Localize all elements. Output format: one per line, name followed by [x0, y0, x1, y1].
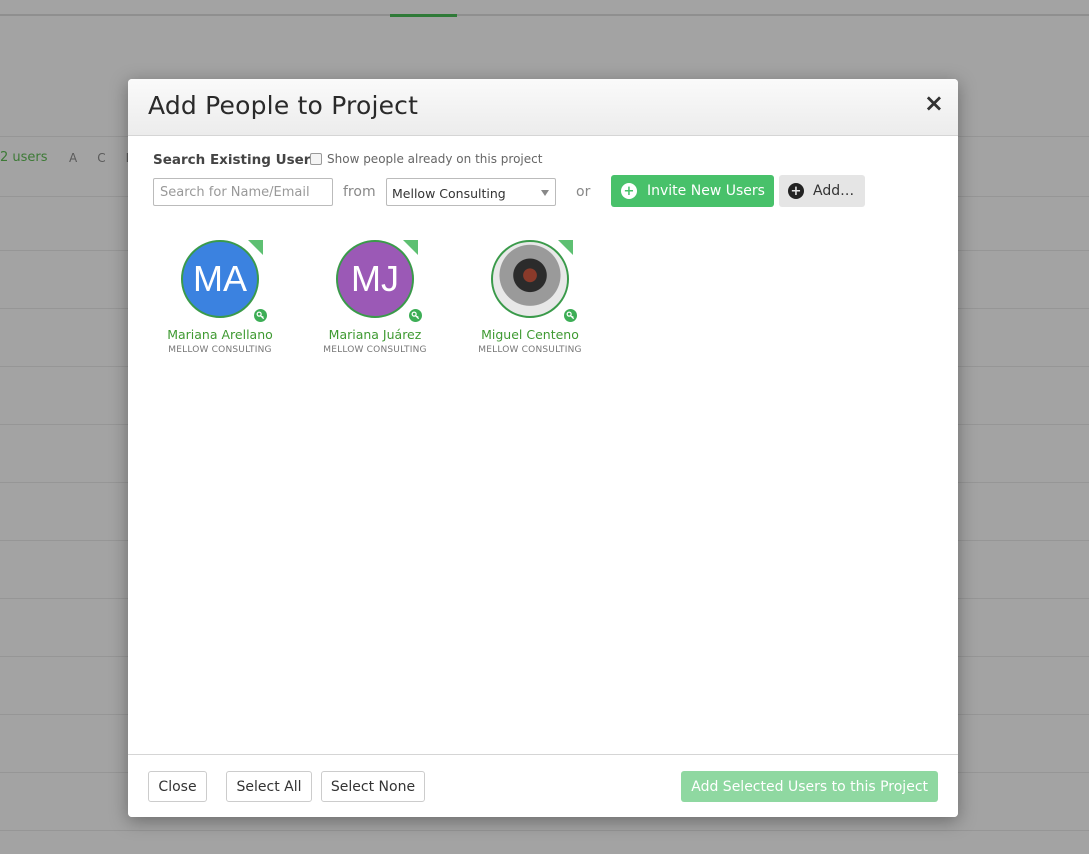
invite-new-users-label: Invite New Users — [647, 183, 765, 199]
add-button-label: Add… — [813, 183, 855, 199]
background-top-rule — [0, 14, 1089, 16]
user-name: Miguel Centeno — [481, 327, 579, 342]
user-name: Mariana Juárez — [328, 327, 422, 342]
user-card[interactable]: MA Mariana Arellano MELLOW CONSULTING — [155, 240, 285, 355]
search-input[interactable] — [153, 178, 333, 206]
background-letter: A — [69, 151, 78, 165]
company-select-value: Mellow Consulting — [392, 186, 506, 201]
key-icon — [562, 307, 579, 324]
show-existing-label: Show people already on this project — [327, 152, 543, 166]
modal-title: Add People to Project — [148, 91, 419, 120]
selection-corner-icon — [403, 240, 418, 255]
background-letter-filter: A C D — [69, 151, 135, 165]
select-none-button[interactable]: Select None — [321, 771, 425, 802]
add-selected-users-button[interactable]: Add Selected Users to this Project — [681, 771, 938, 802]
avatar-photo — [491, 240, 579, 324]
add-button[interactable]: + Add… — [779, 175, 865, 207]
background-letter: C — [97, 151, 106, 165]
key-icon — [407, 307, 424, 324]
from-label: from — [343, 184, 376, 200]
user-name: Mariana Arellano — [167, 327, 273, 342]
add-people-modal: Add People to Project × Search Existing … — [128, 79, 958, 817]
avatar: MA — [181, 240, 269, 324]
plus-circle-icon: + — [621, 183, 637, 199]
select-all-button[interactable]: Select All — [226, 771, 312, 802]
avatar: MJ — [336, 240, 424, 324]
user-org: MELLOW CONSULTING — [168, 345, 272, 355]
or-label: or — [576, 184, 591, 200]
modal-header: Add People to Project × — [128, 79, 958, 136]
user-org: MELLOW CONSULTING — [478, 345, 582, 355]
avatar-initials: MJ — [351, 258, 399, 299]
user-card[interactable]: MJ Mariana Juárez MELLOW CONSULTING — [310, 240, 440, 355]
plus-circle-icon: + — [788, 183, 804, 199]
invite-new-users-button[interactable]: + Invite New Users — [611, 175, 774, 207]
company-select[interactable]: Mellow Consulting — [386, 178, 556, 206]
background-row-divider — [0, 830, 1089, 831]
selection-corner-icon — [248, 240, 263, 255]
show-existing-checkbox-row[interactable]: Show people already on this project — [310, 152, 542, 166]
user-card[interactable]: Miguel Centeno MELLOW CONSULTING — [465, 240, 595, 355]
selection-corner-icon — [558, 240, 573, 255]
avatar-initials: MA — [193, 258, 247, 299]
user-org: MELLOW CONSULTING — [323, 345, 427, 355]
background-active-tab-indicator — [390, 14, 457, 17]
background-users-count: 2 users — [0, 150, 48, 165]
close-button[interactable]: Close — [148, 771, 207, 802]
modal-footer: Close Select All Select None Add Selecte… — [128, 754, 958, 817]
search-existing-users-label: Search Existing Users — [153, 152, 319, 168]
show-existing-checkbox[interactable] — [310, 153, 322, 165]
modal-body: Search Existing Users Show people alread… — [128, 136, 958, 754]
key-icon — [252, 307, 269, 324]
close-icon[interactable]: × — [924, 91, 944, 115]
chevron-down-icon — [541, 190, 549, 196]
